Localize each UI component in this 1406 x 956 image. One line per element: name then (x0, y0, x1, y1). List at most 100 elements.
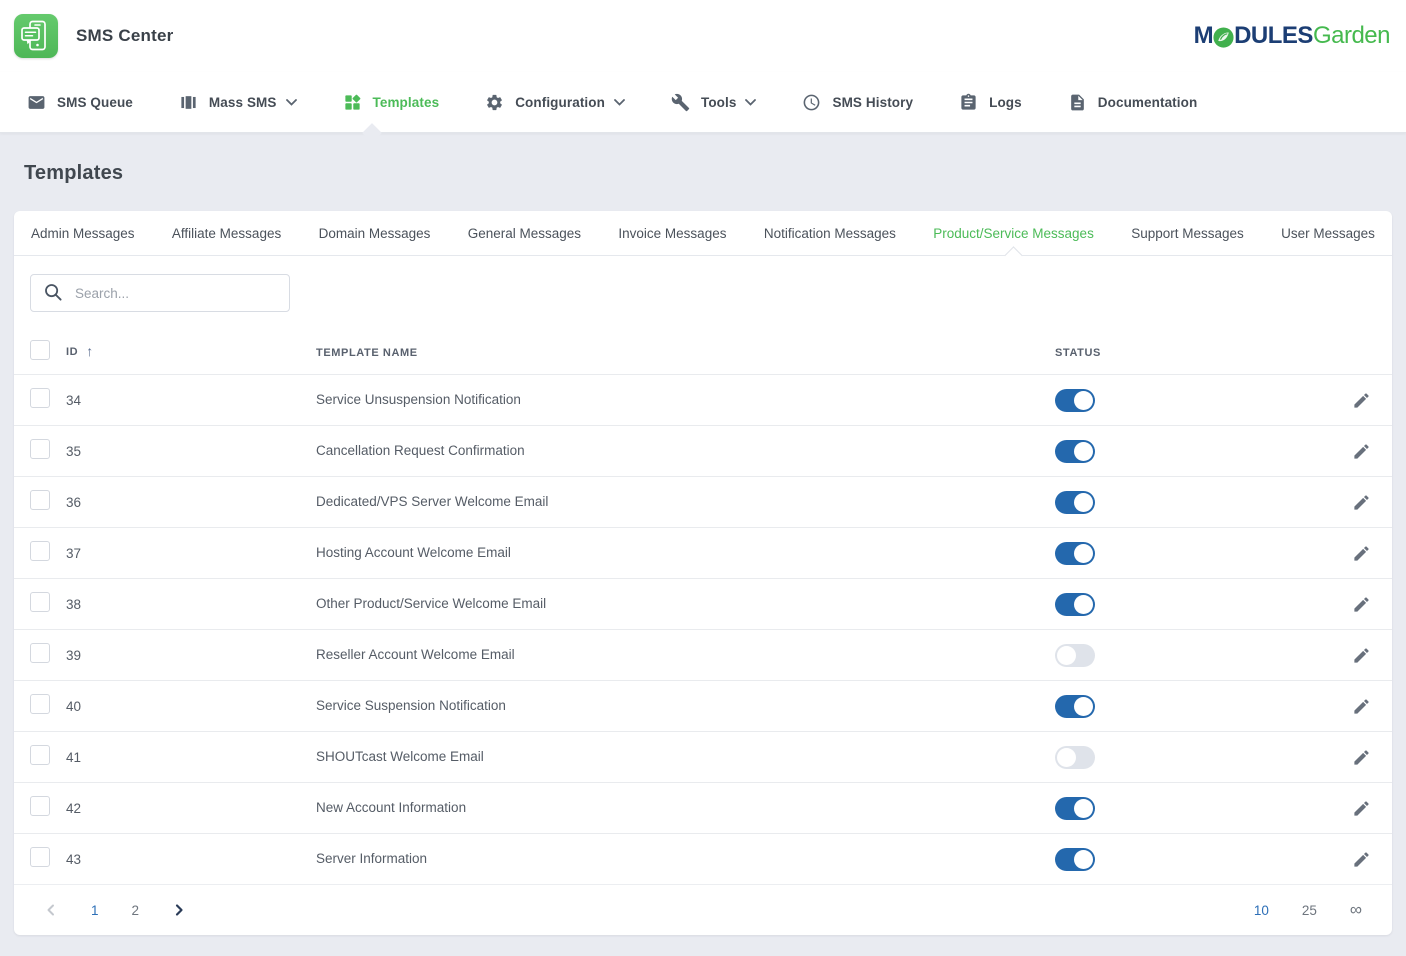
status-toggle[interactable] (1055, 593, 1095, 616)
tab-affiliate-messages[interactable]: Affiliate Messages (172, 213, 281, 254)
nav-label: Logs (989, 95, 1022, 110)
edit-button[interactable] (1350, 797, 1372, 819)
nav-sms-history[interactable]: SMS History (779, 72, 936, 132)
grid-icon (343, 93, 362, 112)
row-checkbox[interactable] (30, 694, 50, 714)
edit-button[interactable] (1350, 542, 1372, 564)
row-checkbox[interactable] (30, 388, 50, 408)
tab-admin-messages[interactable]: Admin Messages (31, 213, 135, 254)
status-toggle[interactable] (1055, 389, 1095, 412)
edit-button[interactable] (1350, 389, 1372, 411)
globe-icon (1212, 26, 1235, 49)
edit-button[interactable] (1350, 593, 1372, 615)
status-toggle[interactable] (1055, 848, 1095, 871)
row-id: 40 (66, 699, 81, 714)
status-toggle[interactable] (1055, 644, 1095, 667)
pencil-icon (1352, 697, 1371, 716)
nav-logs[interactable]: Logs (936, 72, 1045, 132)
pencil-icon (1352, 646, 1371, 665)
nav-label: Templates (373, 95, 440, 110)
page-number-2[interactable]: 2 (132, 903, 140, 918)
pencil-icon (1352, 442, 1371, 461)
tab-general-messages[interactable]: General Messages (468, 213, 581, 254)
sms-center-app-icon (14, 14, 58, 58)
table-row: 40 Service Suspension Notification (14, 680, 1392, 731)
status-toggle[interactable] (1055, 542, 1095, 565)
tab-user-messages[interactable]: User Messages (1281, 213, 1375, 254)
edit-button[interactable] (1350, 440, 1372, 462)
page-size-options: 10 25 ∞ (1254, 900, 1362, 920)
edit-button[interactable] (1350, 644, 1372, 666)
pencil-icon (1352, 391, 1371, 410)
tab-product-service-messages[interactable]: Product/Service Messages (933, 213, 1094, 254)
edit-button[interactable] (1350, 491, 1372, 513)
row-template-name: Server Information (316, 851, 427, 866)
page-size-10[interactable]: 10 (1254, 903, 1269, 918)
nav-sms-queue[interactable]: SMS Queue (4, 72, 156, 132)
nav-tools[interactable]: Tools (648, 72, 780, 132)
column-header-status: STATUS (1055, 347, 1101, 359)
logo-text-m: M (1194, 22, 1214, 50)
pencil-icon (1352, 748, 1371, 767)
sort-asc-icon[interactable]: ↑ (86, 343, 93, 359)
row-template-name: Service Suspension Notification (316, 698, 506, 713)
columns-icon (179, 93, 198, 112)
row-template-name: New Account Information (316, 800, 466, 815)
row-template-name: Other Product/Service Welcome Email (316, 596, 546, 611)
active-tab-notch (1004, 246, 1022, 264)
table-row: 42 New Account Information (14, 782, 1392, 833)
status-toggle[interactable] (1055, 440, 1095, 463)
chevron-down-icon (745, 99, 756, 106)
row-checkbox[interactable] (30, 439, 50, 459)
row-template-name: Service Unsuspension Notification (316, 392, 521, 407)
pagination-pages: 1 2 (44, 903, 186, 918)
tab-invoice-messages[interactable]: Invoice Messages (618, 213, 726, 254)
status-toggle[interactable] (1055, 797, 1095, 820)
edit-button[interactable] (1350, 695, 1372, 717)
row-checkbox[interactable] (30, 796, 50, 816)
wrench-icon (671, 93, 690, 112)
chevron-down-icon (286, 99, 297, 106)
logo-text-dules: DULES (1234, 22, 1313, 50)
page-size-25[interactable]: 25 (1302, 903, 1317, 918)
pencil-icon (1352, 799, 1371, 818)
next-page-button[interactable] (172, 903, 186, 917)
nav-configuration[interactable]: Configuration (462, 72, 648, 132)
status-toggle[interactable] (1055, 746, 1095, 769)
column-header-id[interactable]: ID (66, 346, 78, 358)
brand: SMS Center (14, 14, 173, 58)
tab-notification-messages[interactable]: Notification Messages (764, 213, 896, 254)
select-all-checkbox[interactable] (30, 340, 50, 360)
row-id: 35 (66, 444, 81, 459)
row-template-name: Cancellation Request Confirmation (316, 443, 525, 458)
row-checkbox[interactable] (30, 847, 50, 867)
row-checkbox[interactable] (30, 592, 50, 612)
table-row: 43 Server Information (14, 833, 1392, 884)
page-number-1[interactable]: 1 (91, 903, 99, 918)
row-checkbox[interactable] (30, 541, 50, 561)
status-toggle[interactable] (1055, 491, 1095, 514)
tab-domain-messages[interactable]: Domain Messages (319, 213, 431, 254)
nav-documentation[interactable]: Documentation (1045, 72, 1221, 132)
row-checkbox[interactable] (30, 490, 50, 510)
row-checkbox[interactable] (30, 745, 50, 765)
tab-label: Product/Service Messages (933, 226, 1094, 241)
table-row: 35 Cancellation Request Confirmation (14, 425, 1392, 476)
table-row: 39 Reseller Account Welcome Email (14, 629, 1392, 680)
edit-button[interactable] (1350, 848, 1372, 870)
search-icon (43, 282, 64, 308)
prev-page-button[interactable] (44, 903, 58, 917)
edit-button[interactable] (1350, 746, 1372, 768)
nav-label: SMS History (832, 95, 913, 110)
search-input[interactable] (30, 274, 290, 312)
status-toggle[interactable] (1055, 695, 1095, 718)
nav-templates[interactable]: Templates (320, 72, 463, 132)
nav-label: Configuration (515, 95, 605, 110)
nav-mass-sms[interactable]: Mass SMS (156, 72, 320, 132)
column-header-template-name[interactable]: TEMPLATE NAME (316, 347, 418, 359)
row-checkbox[interactable] (30, 643, 50, 663)
page-size-infinity[interactable]: ∞ (1350, 900, 1362, 920)
tab-support-messages[interactable]: Support Messages (1131, 213, 1244, 254)
top-header: SMS Center M DULES Garden (0, 0, 1406, 72)
pencil-icon (1352, 544, 1371, 563)
